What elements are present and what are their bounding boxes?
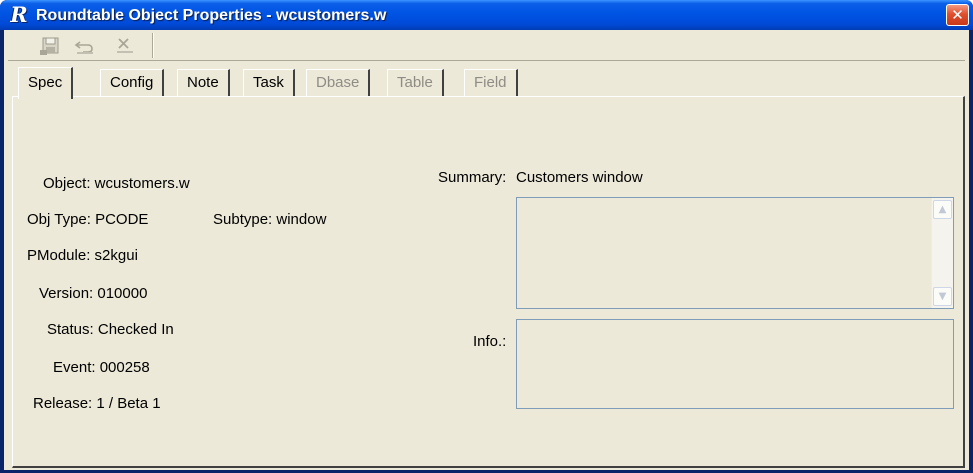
tab-config[interactable]: Config <box>100 69 165 97</box>
undo-icon <box>74 40 93 54</box>
status-label: Status: Checked In <box>47 321 174 338</box>
tab-note[interactable]: Note <box>177 69 230 97</box>
info-label: Info.: <box>473 333 507 350</box>
toolbar <box>8 30 965 61</box>
tab-field[interactable]: Field <box>464 69 518 97</box>
delete-button[interactable] <box>112 33 138 58</box>
title-bar[interactable]: R Roundtable Object Properties - wcustom… <box>0 0 973 30</box>
scroll-down-icon: ▼ <box>938 291 947 302</box>
summary-textbox[interactable]: ▲ ▼ <box>516 197 954 309</box>
properties-window: R Roundtable Object Properties - wcustom… <box>0 0 973 473</box>
version-label: Version: 010000 <box>39 285 148 302</box>
summary-scrollbar[interactable]: ▲ ▼ <box>931 198 953 308</box>
window-client-area: Spec Config Note Task Dbase Table Field … <box>4 30 969 470</box>
summary-label: Summary: <box>438 169 507 186</box>
window-title: Roundtable Object Properties - wcustomer… <box>36 7 387 24</box>
scroll-down-button[interactable]: ▼ <box>933 287 952 306</box>
toolbar-separator <box>152 33 154 58</box>
release-label: Release: 1 / Beta 1 <box>33 395 161 412</box>
info-textbox[interactable] <box>516 319 954 409</box>
tab-strip: Spec Config Note Task Dbase Table Field <box>8 67 965 99</box>
close-icon: ✕ <box>951 6 964 24</box>
subtype-label: Subtype: window <box>213 211 327 228</box>
tab-spec[interactable]: Spec <box>18 67 74 99</box>
save-button[interactable] <box>38 33 64 58</box>
tab-task[interactable]: Task <box>243 69 295 97</box>
delete-icon <box>117 37 133 53</box>
event-label: Event: 000258 <box>53 359 150 376</box>
tab-dbase[interactable]: Dbase <box>306 69 371 97</box>
scroll-up-button[interactable]: ▲ <box>933 200 952 219</box>
pmodule-label: PModule: s2kgui <box>27 247 138 264</box>
summary-value: Customers window <box>516 169 643 186</box>
roundtable-app-icon: R <box>10 2 28 27</box>
tab-table[interactable]: Table <box>387 69 444 97</box>
undo-button[interactable] <box>72 33 98 58</box>
save-icon <box>40 37 59 55</box>
spec-panel: Object: wcustomers.w Obj Type: PCODE Sub… <box>12 96 965 468</box>
close-button[interactable]: ✕ <box>946 4 969 26</box>
scroll-up-icon: ▲ <box>938 204 947 215</box>
obj-type-label: Obj Type: PCODE <box>27 211 149 228</box>
object-label: Object: wcustomers.w <box>43 175 190 192</box>
